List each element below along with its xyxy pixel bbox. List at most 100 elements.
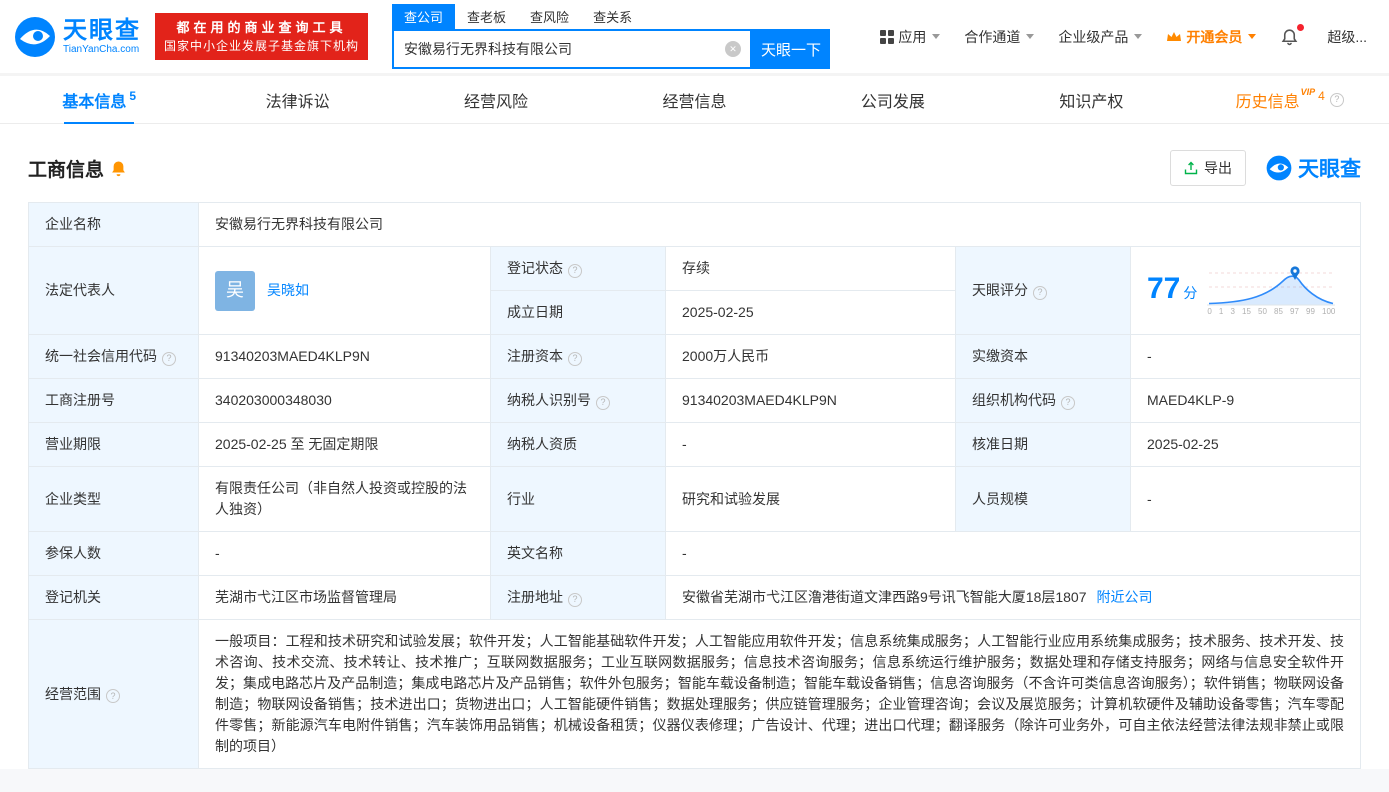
clear-search-icon[interactable]: ✕	[725, 41, 741, 57]
tab-business-info-label: 经营信息	[662, 88, 726, 112]
nav-open-membership[interactable]: 开通会员	[1166, 27, 1256, 47]
tick: 100	[1322, 308, 1335, 316]
row-business-term: 营业期限 2025-02-25 至 无固定期限 纳税人资质 - 核准日期 202…	[29, 423, 1361, 467]
main-content: 工商信息 导出 天眼查	[0, 124, 1389, 769]
promo-banner: 都在用的商业查询工具 国家中小企业发展子基金旗下机构	[155, 13, 368, 61]
score-label-cell: 天眼评分?	[956, 247, 1131, 335]
search-tab-relation[interactable]: 查关系	[581, 4, 644, 29]
nav-super-member[interactable]: 超级...	[1327, 27, 1367, 47]
search-tab-company[interactable]: 查公司	[392, 4, 455, 29]
tab-company-development-label: 公司发展	[861, 88, 925, 112]
search-tab-risk[interactable]: 查风险	[518, 4, 581, 29]
help-icon[interactable]: ?	[162, 352, 176, 366]
address-label: 注册地址	[507, 589, 563, 605]
establish-date-label: 成立日期	[491, 291, 666, 335]
chevron-down-icon	[1134, 34, 1142, 39]
business-registration-table: 企业名称 安徽易行无界科技有限公司 法定代表人 吴 吴晓如 登记状态? 存续 天…	[28, 202, 1361, 769]
notifications-bell[interactable]	[1280, 27, 1303, 46]
notification-dot	[1297, 24, 1304, 31]
legal-rep-cell: 吴 吴晓如	[199, 247, 491, 335]
tab-history-info-count: 4	[1318, 89, 1325, 103]
section-title: 工商信息	[28, 155, 126, 182]
tab-company-development[interactable]: 公司发展	[794, 76, 992, 123]
score-distribution-curve	[1207, 265, 1335, 307]
row-company-type: 企业类型 有限责任公司（非自然人投资或控股的法人独资） 行业 研究和试验发展 人…	[29, 467, 1361, 532]
help-icon[interactable]: ?	[1061, 396, 1075, 410]
address-label-cell: 注册地址?	[491, 576, 666, 620]
site-logo[interactable]: 天眼查 TianYanCha.com	[14, 16, 141, 58]
tianyancha-watermark: 天眼查	[1266, 153, 1361, 183]
export-button[interactable]: 导出	[1170, 150, 1246, 186]
company-type-value: 有限责任公司（非自然人投资或控股的法人独资）	[199, 467, 491, 532]
reg-capital-label-cell: 注册资本?	[491, 335, 666, 379]
help-icon[interactable]: ?	[568, 593, 582, 607]
page-bottom-strip	[0, 769, 1389, 792]
org-code-label: 组织机构代码	[972, 392, 1056, 408]
address-value: 安徽省芜湖市弋江区澛港街道文津西路9号讯飞智能大厦18层1807	[682, 589, 1087, 605]
tab-history-info[interactable]: 历史信息 VIP 4 ?	[1191, 76, 1389, 123]
reg-number-value: 340203000348030	[199, 379, 491, 423]
score-chart: 0 1 3 15 50 85 97 99 100	[1207, 265, 1335, 316]
search-box: ✕	[392, 29, 752, 69]
search-input[interactable]	[394, 31, 750, 67]
help-icon[interactable]: ?	[1330, 93, 1344, 107]
nearby-companies-link[interactable]: 附近公司	[1097, 589, 1153, 605]
business-scope-label: 经营范围	[45, 686, 101, 702]
search-button[interactable]: 天眼一下	[752, 29, 830, 69]
reg-authority-label: 登记机关	[29, 576, 199, 620]
vip-badge: VIP	[1301, 87, 1316, 97]
row-reg-number: 工商注册号 340203000348030 纳税人识别号? 91340203MA…	[29, 379, 1361, 423]
score-cell: 77分	[1131, 247, 1361, 335]
address-cell: 安徽省芜湖市弋江区澛港街道文津西路9号讯飞智能大厦18层1807 附近公司	[666, 576, 1361, 620]
logo-text: 天眼查 TianYanCha.com	[63, 18, 141, 55]
paid-capital-label: 实缴资本	[956, 335, 1131, 379]
search-tab-boss[interactable]: 查老板	[455, 4, 518, 29]
staff-size-value: -	[1131, 467, 1361, 532]
tab-basic-info-count: 5	[129, 89, 136, 103]
company-name-value: 安徽易行无界科技有限公司	[199, 203, 1361, 247]
company-name-label: 企业名称	[29, 203, 199, 247]
tab-intellectual-property[interactable]: 知识产权	[992, 76, 1190, 123]
reg-status-value: 存续	[666, 247, 956, 291]
taxpayer-id-label-cell: 纳税人识别号?	[491, 379, 666, 423]
chevron-down-icon	[1026, 34, 1034, 39]
tick: 1	[1219, 308, 1223, 316]
nav-apps[interactable]: 应用	[880, 27, 940, 47]
tab-history-info-label: 历史信息	[1236, 88, 1300, 112]
tick: 97	[1290, 308, 1299, 316]
tick: 50	[1258, 308, 1267, 316]
help-icon[interactable]: ?	[568, 264, 582, 278]
reg-capital-value: 2000万人民币	[666, 335, 956, 379]
business-scope-value: 一般项目：工程和技术研究和试验发展；软件开发；人工智能基础软件开发；人工智能应用…	[199, 620, 1361, 769]
english-name-label: 英文名称	[491, 532, 666, 576]
chevron-down-icon	[932, 34, 940, 39]
score-unit: 分	[1183, 285, 1197, 301]
legal-rep-label: 法定代表人	[29, 247, 199, 335]
nav-apps-label: 应用	[898, 27, 926, 47]
tab-business-info[interactable]: 经营信息	[595, 76, 793, 123]
insured-count-value: -	[199, 532, 491, 576]
reg-capital-label: 注册资本	[507, 348, 563, 364]
tab-legal-proceedings[interactable]: 法律诉讼	[198, 76, 396, 123]
search-area: 查公司 查老板 查风险 查关系 ✕ 天眼一下	[392, 4, 830, 69]
tick: 0	[1207, 308, 1211, 316]
help-icon[interactable]: ?	[1033, 286, 1047, 300]
nav-enterprise-products[interactable]: 企业级产品	[1058, 27, 1142, 47]
legal-rep-link[interactable]: 吴晓如	[267, 280, 309, 301]
tab-basic-info[interactable]: 基本信息 5	[0, 76, 198, 123]
search-row: ✕ 天眼一下	[392, 29, 830, 69]
help-icon[interactable]: ?	[596, 396, 610, 410]
watermark-label: 天眼查	[1298, 153, 1361, 183]
score-label: 天眼评分	[972, 282, 1028, 298]
business-scope-label-cell: 经营范围?	[29, 620, 199, 769]
tab-operational-risk[interactable]: 经营风险	[397, 76, 595, 123]
help-icon[interactable]: ?	[106, 689, 120, 703]
help-icon[interactable]: ?	[568, 352, 582, 366]
row-business-scope: 经营范围? 一般项目：工程和技术研究和试验发展；软件开发；人工智能基础软件开发；…	[29, 620, 1361, 769]
top-navigation: 应用 合作通道 企业级产品 开通会员 超级...	[880, 27, 1367, 47]
tick: 3	[1230, 308, 1234, 316]
nav-partnership[interactable]: 合作通道	[964, 27, 1034, 47]
nav-open-membership-label: 开通会员	[1186, 27, 1242, 47]
legal-rep-avatar[interactable]: 吴	[215, 271, 255, 311]
export-icon	[1184, 161, 1198, 175]
